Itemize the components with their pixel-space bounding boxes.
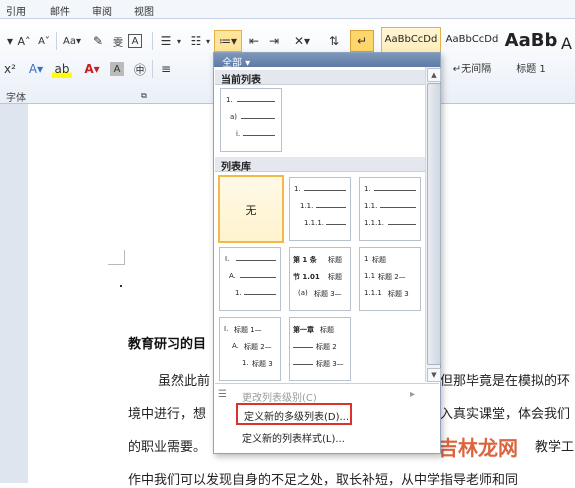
list-none-option[interactable]: 无 xyxy=(218,175,284,243)
show-marks-icon[interactable]: ↵ xyxy=(350,30,374,52)
change-list-level-item[interactable]: 更改列表级别(C) ▸ xyxy=(234,386,424,404)
multilevel-list-dropdown: 全部 ▾ 当前列表 1. a) i. 列表库 无 1. 1.1. 1.1.1. … xyxy=(213,52,441,454)
list-option-heading-roman[interactable]: I. 标题 1— A. 标题 2— 1. 标题 3 xyxy=(219,317,281,381)
dropdown-filter[interactable]: 全部 ▾ xyxy=(214,53,440,69)
list-option-decimal-flat[interactable]: 1. 1.1. 1.1.1. xyxy=(359,177,421,241)
list-level-icon: ☰ xyxy=(218,389,227,400)
style-heading-1[interactable]: AaBb 标题 1 xyxy=(502,27,560,81)
watermark-logo: 吉林龙网 xyxy=(438,436,518,460)
tab-mailings[interactable]: 邮件 xyxy=(50,3,70,18)
submenu-arrow-icon: ▸ xyxy=(410,389,416,400)
doc-line-3-right: 教学工 xyxy=(535,440,575,455)
char-shading-icon[interactable]: A xyxy=(110,62,124,76)
current-list-thumbnail[interactable]: 1. a) i. xyxy=(220,88,282,152)
tab-view[interactable]: 视图 xyxy=(134,3,154,18)
list-option-roman[interactable]: I. A. 1. xyxy=(219,247,281,311)
scroll-down-icon[interactable]: ▼ xyxy=(427,368,441,382)
multilevel-list-button[interactable]: ≔▾ xyxy=(214,30,242,52)
style-heading-2[interactable]: A xyxy=(560,27,575,81)
doc-heading: 教育研习的目 xyxy=(128,337,207,352)
enclose-char-icon[interactable]: ㊥ xyxy=(130,60,150,78)
list-option-article-section[interactable]: 第 1 条标题 节 1.01 标题 (a) 标题 3— xyxy=(289,247,351,311)
font-dialog-launcher-icon[interactable]: ⧉ xyxy=(138,87,150,105)
char-border-icon[interactable]: A xyxy=(128,34,142,48)
numbering-dropdown-icon[interactable]: ▾ xyxy=(203,32,213,50)
style-no-spacing[interactable]: AaBbCcDd ↵无间隔 xyxy=(442,27,502,81)
current-list-header: 当前列表 xyxy=(215,70,426,86)
dropdown-scrollbar[interactable]: ▲ ▼ xyxy=(425,67,441,382)
doc-line-2-right: 入真实课堂，体会我们 xyxy=(440,407,571,422)
margin-corner-mark xyxy=(108,250,125,265)
sort-icon[interactable]: ⇅ xyxy=(324,32,344,50)
clear-format-icon[interactable]: ✎ xyxy=(88,32,108,50)
font-color-icon[interactable]: A▾ xyxy=(82,60,102,78)
bullets-dropdown-icon[interactable]: ▾ xyxy=(174,32,184,50)
text-effects-icon[interactable]: A▾ xyxy=(26,60,46,78)
doc-line-1-right: 但那毕竟是在模拟的环 xyxy=(440,374,571,389)
doc-line-3-left: 的职业需要。 xyxy=(128,440,207,455)
align-left-icon[interactable]: ≡ xyxy=(156,60,176,78)
decrease-indent-icon[interactable]: ⇤ xyxy=(244,32,264,50)
list-option-heading-decimal[interactable]: 1 标题 1.1 标题 2— 1.1.1 标题 3 xyxy=(359,247,421,311)
scrollbar-thumb[interactable] xyxy=(427,83,441,365)
phonetic-guide-icon[interactable]: 雯 xyxy=(108,32,128,50)
bullets-icon[interactable]: ☰ xyxy=(156,32,176,50)
text-cursor xyxy=(120,285,122,287)
chinese-layout-icon[interactable]: ✕▾ xyxy=(290,32,314,50)
increase-indent-icon[interactable]: ⇥ xyxy=(264,32,284,50)
list-option-chapter[interactable]: 第一章 标题 标题 2 标题 3— xyxy=(289,317,351,381)
doc-line-1-left: 虽然此前 xyxy=(158,374,211,389)
grow-font-icon[interactable]: A˄ xyxy=(14,32,34,50)
define-multilevel-list-item[interactable]: 定义新的多级列表(D)... xyxy=(236,403,352,425)
doc-line-4: 作中我们可以发现自身的不足之处，取长补短，从中学指导老师和同 xyxy=(128,473,519,488)
dropdown-divider xyxy=(215,383,439,384)
list-option-decimal[interactable]: 1. 1.1. 1.1.1. xyxy=(289,177,351,241)
doc-line-2-left: 境中进行，想 xyxy=(128,407,207,422)
highlight-icon[interactable]: ab xyxy=(52,60,72,78)
tab-references[interactable]: 引用 xyxy=(6,3,26,18)
scroll-up-icon[interactable]: ▲ xyxy=(427,68,441,82)
shrink-font-icon[interactable]: A˅ xyxy=(34,32,54,50)
tab-review[interactable]: 审阅 xyxy=(92,3,112,18)
define-list-style-item[interactable]: 定义新的列表样式(L)... xyxy=(234,427,424,445)
font-group-label: 字体 xyxy=(6,93,26,104)
change-case-icon[interactable]: Aa▾ xyxy=(60,32,84,50)
list-library-header: 列表库 xyxy=(215,157,426,173)
ribbon-tabs: 引用 邮件 审阅 视图 xyxy=(0,0,575,19)
subscript-icon[interactable]: x² xyxy=(0,60,20,78)
